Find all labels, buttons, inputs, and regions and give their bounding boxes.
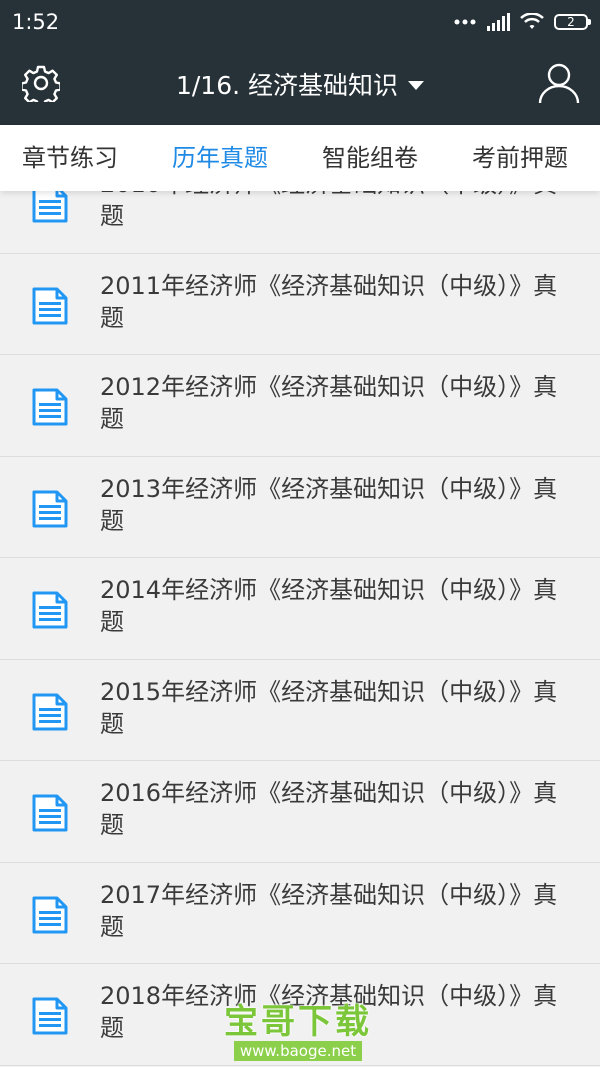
tab-pre-exam-questions[interactable]: 考前押题 <box>472 141 568 175</box>
list-item[interactable]: 2012年经济师《经济基础知识（中级）》真题 <box>0 355 600 457</box>
paper-title: 2013年经济师《经济基础知识（中级）》真题 <box>100 474 558 535</box>
paper-title: 2014年经济师《经济基础知识（中级）》真题 <box>100 576 558 636</box>
document-icon <box>32 591 68 629</box>
user-icon[interactable] <box>538 62 580 104</box>
paper-title: 2016年经济师《经济基础知识（中级）》真题 <box>100 779 558 839</box>
watermark-main: 宝哥下载 <box>224 1002 372 1042</box>
list-item[interactable]: 2011年经济师《经济基础知识（中级）》真题 <box>0 253 600 355</box>
document-icon <box>32 896 68 933</box>
list-item[interactable]: 2014年经济师《经济基础知识（中级）》真题 <box>0 558 600 660</box>
document-icon <box>32 287 68 324</box>
tab-past-exams[interactable]: 历年真题 <box>172 141 268 175</box>
tab-smart-paper[interactable]: 智能组卷 <box>322 141 418 175</box>
signal-icon <box>487 13 510 31</box>
list-item[interactable]: 2016年经济师《经济基础知识（中级）》真题 <box>0 761 600 863</box>
paper-list: 2010年经济师《经济基础知识（中级）》真题 2011年经济师《经济基础知识（中… <box>0 152 600 1066</box>
status-bar: 1:52 2 <box>0 0 600 44</box>
list-item[interactable]: 2013年经济师《经济基础知识（中级）》真题 <box>0 456 600 558</box>
document-icon <box>32 794 68 832</box>
paper-title: 2011年经济师《经济基础知识（中级）》真题 <box>100 271 558 332</box>
watermark-url: www.baoge.net <box>233 1041 363 1061</box>
caret-down-icon <box>408 80 425 90</box>
wifi-icon <box>520 13 544 29</box>
watermark-logo: 宝哥下载 www.baoge.net <box>222 1003 374 1063</box>
tab-chapter-practice[interactable]: 章节练习 <box>22 141 118 175</box>
screen: 1:52 2 1/16. 经济基础知识 章节练习 历年真题 智能组卷 考前押题 … <box>0 0 600 1067</box>
list-item[interactable]: 2017年经济师《经济基础知识（中级）》真题 <box>0 862 600 964</box>
status-icons: 2 <box>454 10 591 34</box>
gear-icon[interactable] <box>22 64 60 102</box>
document-icon <box>32 388 68 426</box>
document-icon <box>32 997 68 1035</box>
list-item[interactable]: 2015年经济师《经济基础知识（中级）》真题 <box>0 659 600 761</box>
paper-title: 2015年经济师《经济基础知识（中级）》真题 <box>100 677 558 738</box>
subject-selector[interactable]: 1/16. 经济基础知识 <box>150 66 450 102</box>
paper-title: 2012年经济师《经济基础知识（中级）》真题 <box>100 373 558 433</box>
paper-title: 2017年经济师《经济基础知识（中级）》真题 <box>100 880 558 941</box>
app-bar: 1/16. 经济基础知识 <box>0 44 600 125</box>
status-time: 1:52 <box>12 10 60 34</box>
document-icon <box>32 490 68 527</box>
tab-bar: 章节练习 历年真题 智能组卷 考前押题 <box>0 125 600 191</box>
more-dots-icon <box>454 19 476 25</box>
subject-title: 1/16. 经济基础知识 <box>175 71 399 100</box>
document-icon <box>32 693 68 730</box>
battery-icon: 2 <box>554 14 591 30</box>
